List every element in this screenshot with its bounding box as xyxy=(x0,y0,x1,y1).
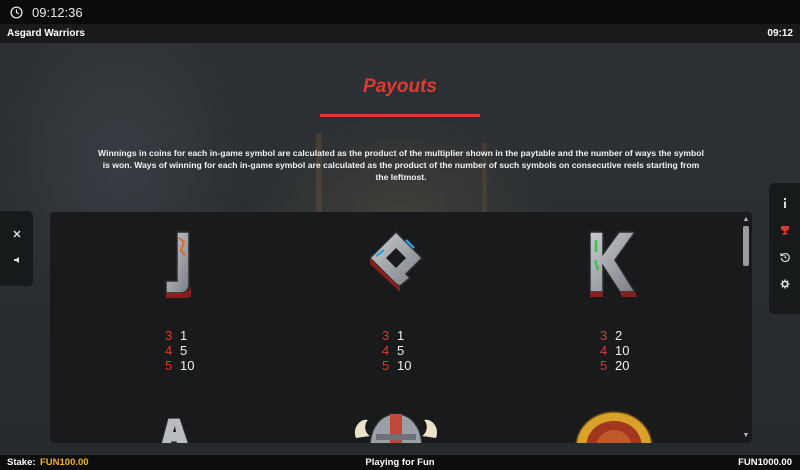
system-time: 09:12:36 xyxy=(32,4,83,20)
game-clock: 09:12 xyxy=(767,28,793,39)
paytable-panel[interactable]: 31 45 5 10 31 45 5 10 3 2 4 10 5 20 ▲ ▼ xyxy=(50,212,752,443)
game-title-bar: Asgard Warriors 09:12 xyxy=(0,24,800,43)
letter-a-symbol xyxy=(160,418,189,443)
footer-bar: Stake: FUN100.00 Playing for Fun FUN1000… xyxy=(0,455,800,470)
paytable-icon xyxy=(780,226,789,235)
viking-helmet-symbol xyxy=(354,413,438,443)
sound-icon xyxy=(13,257,19,263)
golden-shield-symbol xyxy=(575,411,653,443)
system-status-bar: 09:12:36 xyxy=(0,0,800,24)
info-icon xyxy=(783,198,786,208)
pay-row: 5 20 xyxy=(600,358,630,373)
settings-icon xyxy=(780,279,789,289)
balance-value: FUN1000.00 xyxy=(738,457,792,468)
pay-row: 5 10 xyxy=(382,358,412,373)
play-mode: Playing for Fun xyxy=(365,457,435,468)
pay-row: 45 xyxy=(165,343,188,358)
clock-icon xyxy=(10,5,23,19)
letter-q-symbol xyxy=(368,230,424,292)
pay-row: 31 xyxy=(382,328,405,343)
pay-row: 5 10 xyxy=(165,358,195,373)
scroll-down-arrow[interactable]: ▼ xyxy=(742,432,750,440)
pay-row: 32 xyxy=(600,328,623,343)
game-title: Asgard Warriors xyxy=(7,28,85,39)
letter-k-symbol xyxy=(589,231,637,297)
scroll-up-arrow[interactable]: ▲ xyxy=(742,216,750,224)
letter-j-symbol xyxy=(165,231,191,298)
pay-row: 45 xyxy=(382,343,405,358)
scrollbar[interactable]: ▲ ▼ xyxy=(742,216,750,440)
right-control-panel xyxy=(769,183,800,314)
title-divider xyxy=(320,114,480,117)
sound-button[interactable] xyxy=(10,253,24,267)
paytable-button[interactable] xyxy=(778,223,792,237)
history-icon xyxy=(779,252,790,262)
close-icon xyxy=(12,230,21,238)
pay-row: 31 xyxy=(165,328,188,343)
close-button[interactable] xyxy=(10,227,24,241)
page-title: Payouts xyxy=(363,76,437,97)
info-button[interactable] xyxy=(778,196,792,210)
left-control-panel xyxy=(0,211,33,286)
scroll-thumb[interactable] xyxy=(743,226,749,266)
history-button[interactable] xyxy=(778,250,792,264)
settings-button[interactable] xyxy=(778,277,792,291)
payouts-description: Winnings in coins for each in-game symbo… xyxy=(98,148,704,182)
pay-row: 4 10 xyxy=(600,343,630,358)
